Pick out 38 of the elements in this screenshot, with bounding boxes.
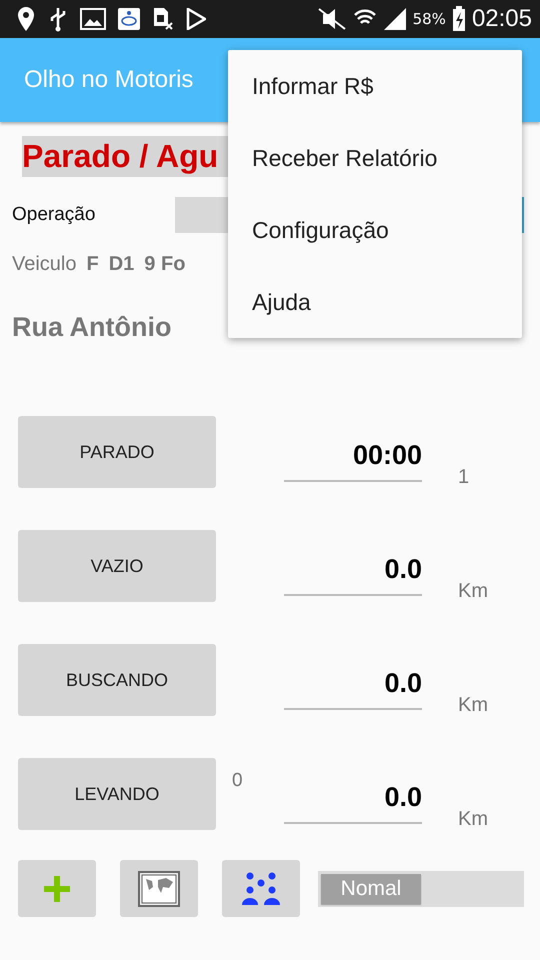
unit-label: Km	[458, 807, 488, 831]
status-button[interactable]: PARADO	[18, 416, 216, 488]
sim-card-icon	[152, 7, 174, 31]
status-time: 02:05	[472, 5, 532, 33]
vehicle-value: F	[86, 253, 99, 276]
value-field[interactable]: 0.0	[284, 644, 422, 710]
vehicle-label: Veiculo	[12, 253, 76, 276]
world-map-icon	[138, 870, 180, 906]
people-icon	[241, 872, 281, 906]
app-icon	[118, 8, 140, 30]
value-field[interactable]: 0.0	[284, 758, 422, 824]
menu-item[interactable]: Configuração	[228, 194, 522, 266]
app-title: Olho no Motoris	[24, 66, 194, 94]
vehicle-value: D1	[108, 253, 134, 276]
menu-item[interactable]: Ajuda	[228, 266, 522, 338]
vehicle-value: 9 Fo	[144, 253, 186, 276]
menu-item[interactable]: Informar R$	[228, 50, 522, 122]
play-store-icon	[186, 8, 206, 30]
people-button[interactable]	[222, 860, 300, 917]
unit-label: Km	[458, 693, 488, 717]
plus-icon	[43, 874, 71, 902]
image-icon	[80, 8, 106, 30]
battery-charging-icon	[452, 6, 466, 32]
status-button[interactable]: BUSCANDO	[18, 644, 216, 716]
operation-label: Operação	[12, 204, 96, 226]
value-field[interactable]: 00:00	[284, 416, 422, 482]
unit-label: 1	[458, 465, 470, 489]
status-button[interactable]: VAZIO	[18, 530, 216, 602]
battery-level: 58%	[412, 10, 446, 28]
location-pin-icon	[16, 6, 36, 32]
count-text: 0	[231, 769, 244, 792]
usb-icon	[48, 6, 68, 32]
address-text: Rua Antônio	[12, 312, 172, 343]
value-field[interactable]: 0.0	[284, 530, 422, 596]
signal-icon	[382, 7, 407, 31]
unit-label: Km	[458, 579, 488, 603]
map-button[interactable]	[120, 860, 198, 917]
status-button[interactable]: LEVANDO	[18, 758, 216, 830]
